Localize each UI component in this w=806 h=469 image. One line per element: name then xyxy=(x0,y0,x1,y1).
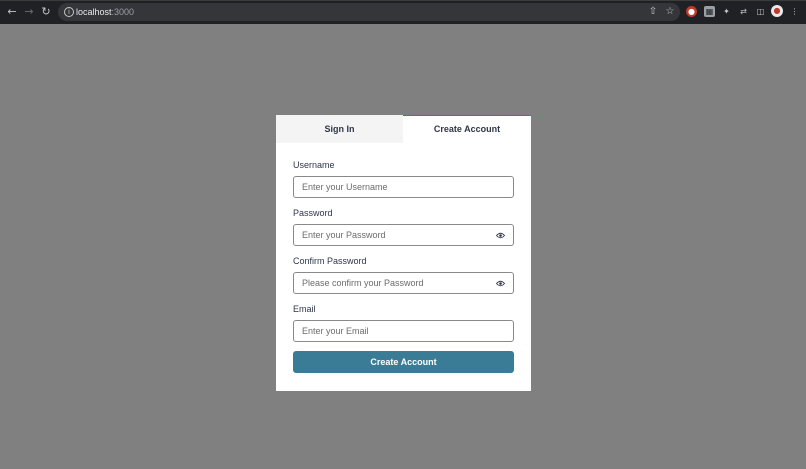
share-icon[interactable]: ⇧ xyxy=(647,6,659,18)
toggle-confirm-password-visibility-button[interactable] xyxy=(487,272,514,294)
eye-icon xyxy=(496,232,505,239)
toggle-password-visibility-button[interactable] xyxy=(487,224,514,246)
bookmark-star-icon[interactable]: ☆ xyxy=(664,6,676,18)
url-text[interactable]: localhost:3000 xyxy=(76,6,134,18)
tab-create-account[interactable]: Create Account xyxy=(403,115,531,143)
tab-sign-in[interactable]: Sign In xyxy=(276,115,403,143)
url-host: localhost xyxy=(76,7,112,17)
address-bar[interactable]: i localhost:3000 ⇧ ☆ xyxy=(58,3,680,21)
extension-icon[interactable]: ● xyxy=(686,6,697,17)
toolbar-divider xyxy=(0,0,806,1)
back-icon[interactable]: ← xyxy=(5,5,19,19)
username-input[interactable] xyxy=(293,176,514,198)
browser-toolbar: ← → ↻ i localhost:3000 ⇧ ☆ ● ▦ ✦ ⇄ ◫ ● ⋮ xyxy=(0,0,806,24)
sync-icon[interactable]: ⇄ xyxy=(738,6,749,17)
password-label: Password xyxy=(293,208,333,218)
email-input[interactable] xyxy=(293,320,514,342)
auth-tabs: Sign In Create Account xyxy=(276,115,531,143)
email-label: Email xyxy=(293,304,316,314)
url-port: :3000 xyxy=(111,7,135,17)
confirm-password-input[interactable] xyxy=(293,272,488,294)
profile-avatar-icon[interactable]: ● xyxy=(771,5,783,17)
create-account-button[interactable]: Create Account xyxy=(293,351,514,373)
password-input[interactable] xyxy=(293,224,488,246)
username-label: Username xyxy=(293,160,335,170)
puzzle-icon[interactable]: ✦ xyxy=(721,6,732,17)
site-info-icon[interactable]: i xyxy=(64,7,74,17)
extension-icon[interactable]: ▦ xyxy=(704,6,715,17)
menu-icon[interactable]: ⋮ xyxy=(789,6,800,17)
reload-icon[interactable]: ↻ xyxy=(39,5,53,19)
auth-card: Sign In Create Account Username Password… xyxy=(276,115,531,391)
side-panel-icon[interactable]: ◫ xyxy=(755,6,766,17)
confirm-password-label: Confirm Password xyxy=(293,256,367,266)
eye-icon xyxy=(496,280,505,287)
forward-icon[interactable]: → xyxy=(22,5,36,19)
